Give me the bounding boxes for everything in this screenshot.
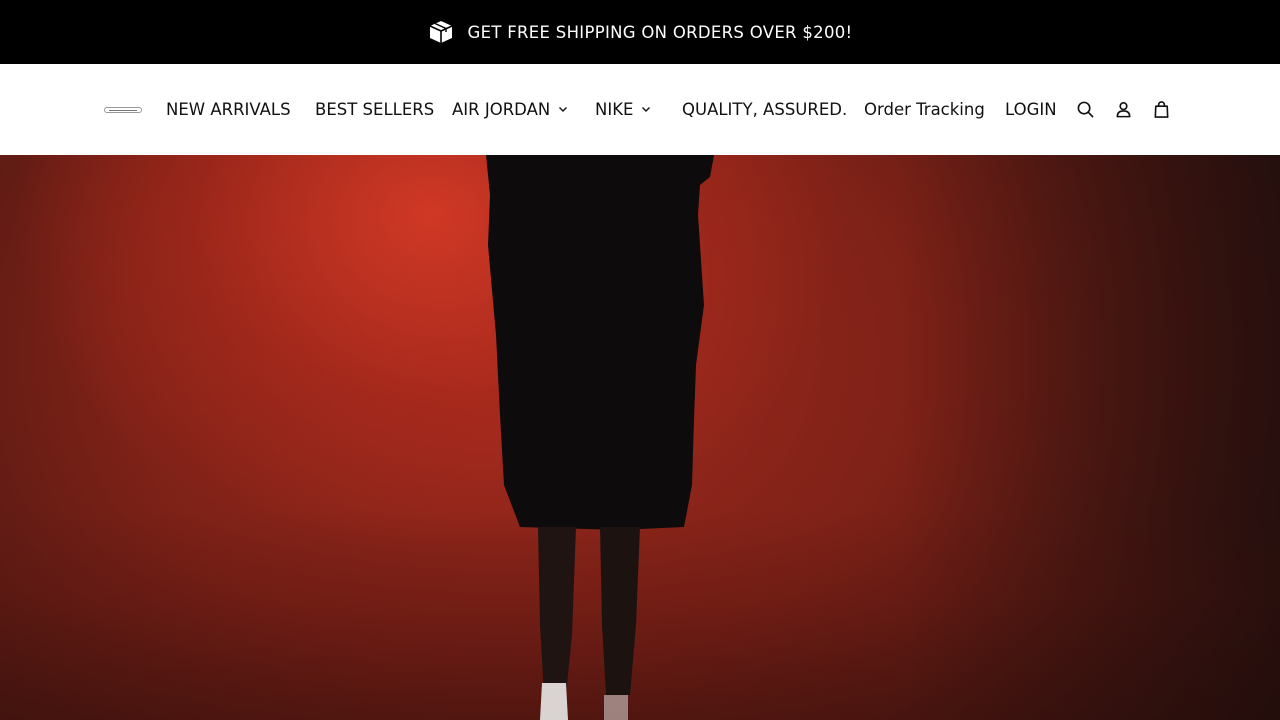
person-figure-image — [486, 155, 714, 720]
announcement-bar: GET FREE SHIPPING ON ORDERS OVER $200! — [0, 0, 1280, 64]
site-header: NEW ARRIVALS BEST SELLERS AIR JORDAN NIK… — [0, 64, 1280, 155]
nav-air-jordan[interactable]: AIR JORDAN — [452, 97, 568, 121]
nav-label: AIR JORDAN — [452, 99, 551, 119]
hero-vignette — [900, 155, 1280, 720]
nav-nike[interactable]: NIKE — [595, 97, 651, 121]
nav-new-arrivals[interactable]: NEW ARRIVALS — [166, 97, 291, 121]
hero-banner[interactable] — [0, 155, 1280, 720]
search-icon[interactable] — [1074, 98, 1096, 120]
store-logo[interactable] — [104, 106, 142, 114]
logo-mark — [104, 107, 142, 113]
nav-order-tracking[interactable]: Order Tracking — [864, 97, 985, 121]
chevron-down-icon — [558, 104, 568, 114]
nav-label: BEST SELLERS — [315, 99, 435, 119]
nav-login[interactable]: LOGIN — [1005, 97, 1057, 121]
announcement-text: GET FREE SHIPPING ON ORDERS OVER $200! — [467, 22, 853, 42]
nav-label: NEW ARRIVALS — [166, 99, 291, 119]
nav-label: QUALITY, ASSURED. — [682, 99, 848, 119]
chevron-down-icon — [641, 104, 651, 114]
nav-label: NIKE — [595, 99, 634, 119]
account-icon[interactable] — [1112, 98, 1134, 120]
nav-label: LOGIN — [1005, 99, 1057, 119]
package-box-icon — [428, 19, 454, 45]
cart-bag-icon[interactable] — [1150, 98, 1172, 120]
nav-best-sellers[interactable]: BEST SELLERS — [315, 97, 434, 121]
nav-quality-assured[interactable]: QUALITY, ASSURED. — [682, 97, 847, 121]
nav-label: Order Tracking — [864, 99, 985, 119]
